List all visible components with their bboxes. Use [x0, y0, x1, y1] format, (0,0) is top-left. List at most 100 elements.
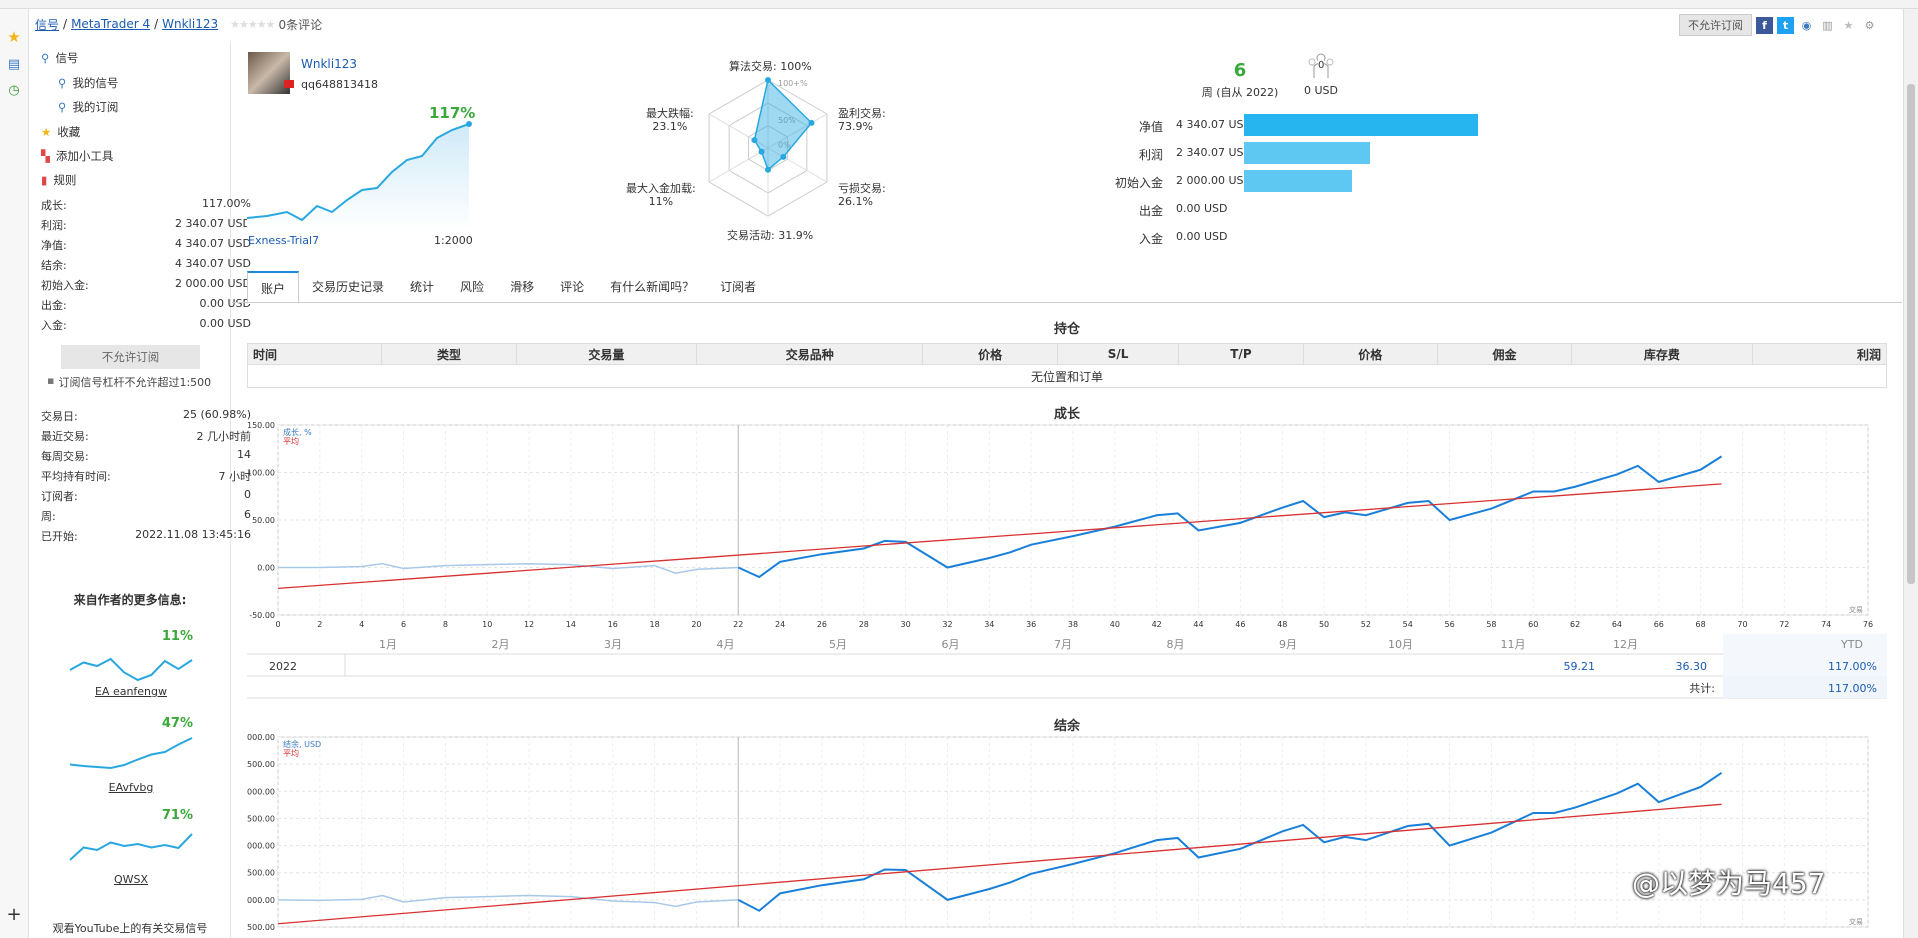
- table-header-row: 时间 类型 交易量 交易品种 价格 S/L T/P 价格 佣金 库存费 利润: [246, 343, 1888, 365]
- favorite-star-icon[interactable]: ★: [1840, 17, 1857, 34]
- twitter-icon[interactable]: t: [1777, 16, 1794, 34]
- chart-y-tick: 2 500.00: [247, 869, 275, 878]
- ytd-value: 117.00%: [1828, 660, 1877, 673]
- col-swap: 库存费: [1571, 343, 1753, 365]
- tab-account[interactable]: 账户: [247, 271, 300, 304]
- breadcrumb-signal-name[interactable]: Wnkli123: [162, 17, 218, 31]
- server-name[interactable]: Exness-Trial7: [248, 234, 319, 247]
- author-growth: 11%: [161, 629, 193, 644]
- month-label: 11月: [1501, 638, 1526, 651]
- gear-icon[interactable]: ⚙: [1861, 17, 1878, 34]
- col-price2: 价格: [1302, 343, 1438, 365]
- positions-table: 时间 类型 交易量 交易品种 价格 S/L T/P 价格 佣金 库存费 利润 无…: [246, 343, 1888, 388]
- scrollbar[interactable]: [1903, 9, 1918, 938]
- author-card-1[interactable]: 11% EA eanfengw: [66, 626, 196, 698]
- col-volume: 交易量: [515, 343, 698, 365]
- radar-label-activity: 交易活动: 31.9%: [727, 229, 814, 242]
- flag-cn-icon: [284, 80, 294, 88]
- chart-x-tick: 42: [1152, 620, 1162, 629]
- sidebar-item-signals[interactable]: ⚲ 信号: [41, 50, 78, 66]
- share-icon[interactable]: ◉: [1798, 17, 1815, 34]
- stat-balance: 结余: 4 340.07 USD: [41, 257, 251, 273]
- tab-news[interactable]: 有什么新闻吗？: [597, 271, 707, 301]
- chart-x-tick: 60: [1528, 620, 1538, 629]
- breadcrumb-separator: /: [63, 17, 68, 31]
- author-card-2[interactable]: 47% EAvfvbg: [66, 713, 196, 794]
- review-count[interactable]: 0条评论: [278, 16, 322, 33]
- breadcrumb-platform-link[interactable]: MetaTrader 4: [71, 17, 150, 31]
- stat-deposits: 入金: 0.00 USD: [41, 317, 251, 333]
- tab-subscribers[interactable]: 订阅者: [707, 271, 769, 301]
- database-icon[interactable]: ▥: [1819, 17, 1836, 34]
- col-type: 类型: [381, 343, 517, 365]
- month-label: 5月: [829, 638, 847, 651]
- signal-name[interactable]: Wnkli123: [301, 57, 357, 71]
- chart-x-tick: 26: [817, 620, 827, 629]
- sidebar-item-my-subscriptions[interactable]: ⚲ 我的订阅: [58, 99, 118, 115]
- book-icon[interactable]: ▤: [6, 57, 22, 73]
- breadcrumb: 信号 / MetaTrader 4/ Wnkli123 ★★★★★ 0条评论: [35, 14, 322, 34]
- sidebar-item-label: 我的信号: [72, 76, 119, 90]
- author-signal-link[interactable]: QWSX: [66, 873, 196, 886]
- chart-x-tick: 56: [1444, 620, 1454, 629]
- sidebar-item-my-signals[interactable]: ⚲ 我的信号: [58, 75, 118, 91]
- stat-value: 2022.11.08 13:45:16: [135, 528, 251, 541]
- chart-x-tick: 0: [275, 620, 280, 629]
- rating-stars[interactable]: ★★★★★: [230, 18, 275, 31]
- funds-bar-value: 2 340.07 USD: [1176, 146, 1252, 159]
- month-label: 12月: [1613, 638, 1638, 651]
- chart-y-tick: 4 000.00: [247, 787, 275, 796]
- tab-statistics[interactable]: 统计: [397, 271, 447, 301]
- stat-avg-hold: 平均持有时间: 7 小时: [41, 468, 251, 484]
- chart-y-tick: 5 000.00: [247, 733, 275, 742]
- clock-icon[interactable]: ◷: [6, 83, 22, 99]
- sidebar-item-add-widget[interactable]: ▚ 添加小工具: [41, 148, 113, 164]
- chart-x-tick: 8: [443, 620, 448, 629]
- dec-value: 36.30: [1676, 660, 1708, 673]
- stat-label: 已开始:: [41, 530, 78, 543]
- chart-x-tick: 36: [1026, 620, 1036, 629]
- sidebar-item-label: 收藏: [57, 125, 81, 139]
- chart-plot-area: [277, 736, 1869, 928]
- growth-mini-endpoint: [466, 121, 472, 127]
- chart-x-tick: 12: [524, 620, 534, 629]
- youtube-link[interactable]: 观看YouTube上的有关交易信号: [30, 920, 230, 936]
- tab-risks[interactable]: 风险: [447, 271, 497, 301]
- weeks-label: 周 (自从 2022): [1201, 86, 1279, 99]
- scrollbar-thumb[interactable]: [1907, 84, 1915, 584]
- sidebar-item-rules[interactable]: ▮ 规则: [41, 172, 76, 188]
- author-signal-link[interactable]: EA eanfengw: [66, 685, 196, 698]
- sidebar-item-favorites[interactable]: ★ 收藏: [41, 124, 80, 140]
- radar-point: [808, 119, 815, 126]
- author-card-3[interactable]: 71% QWSX: [66, 808, 196, 886]
- radar-label-loss-trades: 亏损交易: 26.1%: [838, 182, 886, 208]
- stat-trading-days: 交易日: 25 (60.98%): [41, 408, 251, 424]
- add-icon[interactable]: +: [6, 906, 22, 924]
- stat-value: 4 340.07 USD: [175, 257, 251, 270]
- tab-history[interactable]: 交易历史记录: [299, 271, 397, 301]
- month-label: 3月: [604, 638, 622, 651]
- stat-subscribers: 订阅者: 0: [41, 488, 251, 504]
- chart-x-tick: 52: [1361, 620, 1371, 629]
- sidebar-item-label: 我的订阅: [72, 100, 119, 114]
- radar-label-algo: 算法交易: 100%: [729, 60, 812, 73]
- chart-x-tick: 70: [1737, 620, 1747, 629]
- stat-label: 净值:: [41, 239, 67, 252]
- chart-x-tick: 64: [1612, 620, 1622, 629]
- growth-mini-chart: [247, 121, 472, 230]
- bookmark-icon: ▮: [41, 173, 48, 187]
- chart-y-tick: 50.00: [252, 516, 275, 525]
- funds-bar-fill: [1244, 142, 1370, 164]
- tab-slippage[interactable]: 滑移: [497, 271, 547, 301]
- no-subscribe-top-button[interactable]: 不允许订阅: [1679, 14, 1752, 36]
- stat-value: 2 340.07 USD: [175, 217, 251, 230]
- facebook-icon[interactable]: f: [1756, 16, 1773, 34]
- no-subscribe-button[interactable]: 不允许订阅: [61, 345, 200, 369]
- funds-bar-label: 净值: [1138, 120, 1163, 134]
- growth-chart: 150.00100.0050.000.00-50.000 2 4 6 8 10 12 14 16…: [247, 421, 1873, 629]
- author-signal-link[interactable]: EAvfvbg: [66, 781, 196, 794]
- breadcrumb-signals-link[interactable]: 信号: [35, 16, 59, 33]
- funds-bar-row: 净值 4 340.07 USD: [1080, 114, 1500, 136]
- star-icon[interactable]: ★: [6, 29, 22, 45]
- tab-reviews[interactable]: 评论: [547, 271, 597, 301]
